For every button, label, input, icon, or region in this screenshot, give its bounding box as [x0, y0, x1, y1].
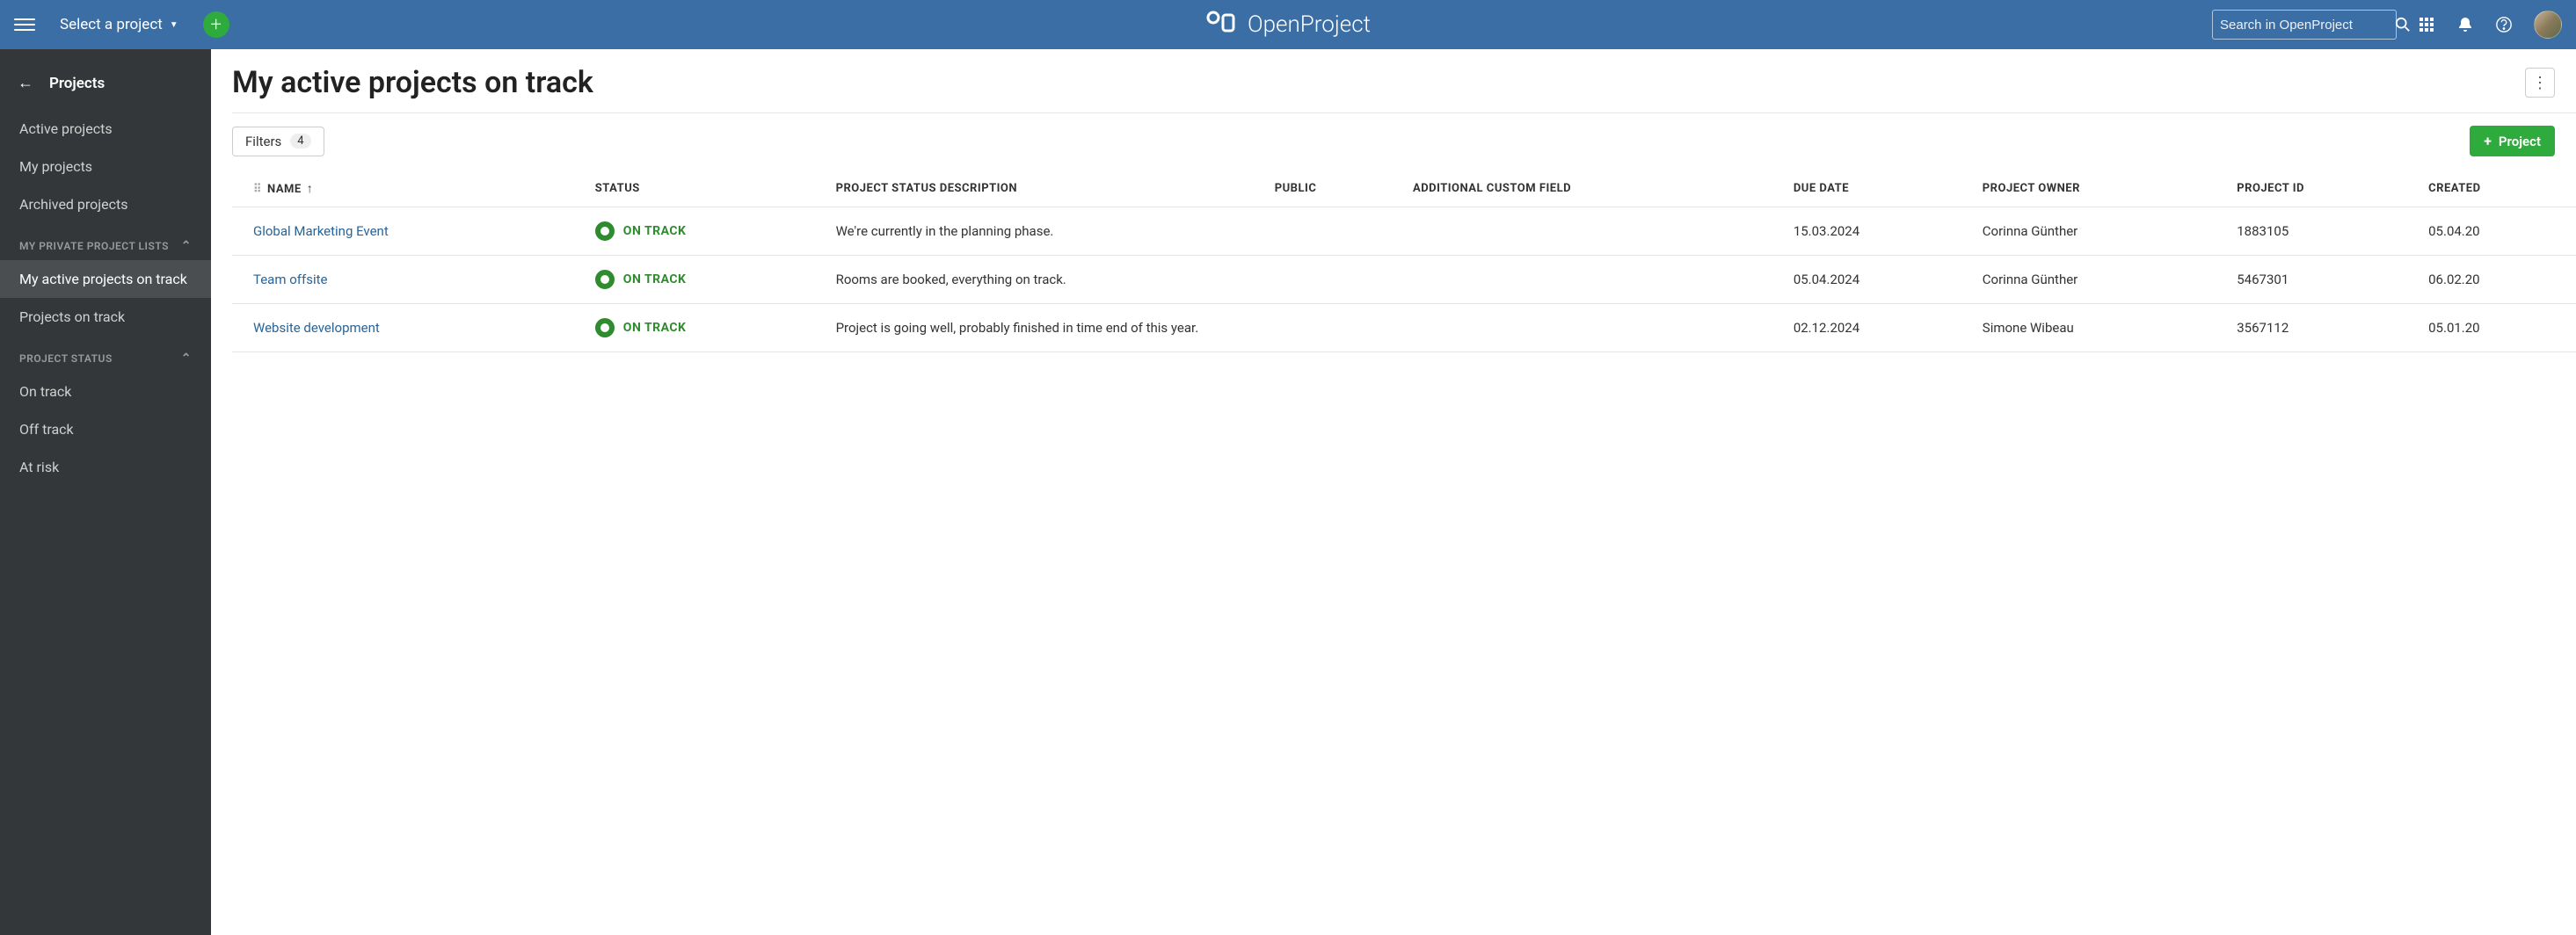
table-row: Global Marketing Event ON TRACK We're curr… [232, 207, 2576, 256]
status-dot-icon [595, 221, 615, 241]
owner-cell: Corinna Günther [1970, 256, 2224, 304]
public-cell [1263, 207, 1401, 256]
brand-logo: OpenProject [1205, 10, 1371, 40]
custom-field-cell [1401, 256, 1781, 304]
created-cell: 05.01.20 [2416, 304, 2576, 352]
status-description: Project is going well, probably finished… [824, 304, 1263, 352]
status-description: We're currently in the planning phase. [824, 207, 1263, 256]
toolbar: Filters 4 + Project [232, 112, 2576, 156]
owner-cell: Corinna Günther [1970, 207, 2224, 256]
notifications-bell-icon[interactable] [2456, 16, 2474, 33]
project-link[interactable]: Team offsite [253, 272, 327, 287]
sidebar-section-label: PROJECT STATUS [19, 352, 113, 365]
filters-count-badge: 4 [290, 134, 310, 149]
openproject-logo-icon [1205, 10, 1237, 40]
project-id-cell: 3567112 [2224, 304, 2416, 352]
status-dot-icon [595, 270, 615, 289]
sidebar-item[interactable]: My projects [0, 148, 211, 185]
sidebar-section-private[interactable]: MY PRIVATE PROJECT LISTS ⌃ [0, 223, 211, 260]
search-box[interactable] [2212, 10, 2397, 40]
chevron-up-icon: ⌃ [181, 239, 192, 253]
status-badge: ON TRACK [595, 318, 811, 337]
project-link[interactable]: Global Marketing Event [253, 223, 389, 239]
project-selector-label: Select a project [60, 16, 163, 33]
status-badge: ON TRACK [595, 221, 811, 241]
more-actions-button[interactable]: ⋮ [2525, 68, 2555, 98]
main-header: My active projects on track ⋮ [232, 65, 2576, 100]
due-date-cell: 15.03.2024 [1781, 207, 1970, 256]
sidebar-item[interactable]: At risk [0, 448, 211, 486]
project-link[interactable]: Website development [253, 320, 380, 336]
status-description: Rooms are booked, everything on track. [824, 256, 1263, 304]
custom-field-cell [1401, 304, 1781, 352]
public-cell [1263, 256, 1401, 304]
new-project-button[interactable]: + Project [2470, 126, 2555, 156]
page-title: My active projects on track [232, 65, 593, 100]
sidebar-section-label: MY PRIVATE PROJECT LISTS [19, 240, 169, 252]
modules-grid-icon[interactable] [2418, 16, 2435, 33]
owner-cell: Simone Wibeau [1970, 304, 2224, 352]
caret-down-icon: ▼ [170, 20, 178, 30]
project-id-cell: 5467301 [2224, 256, 2416, 304]
search-icon[interactable] [2395, 16, 2411, 33]
created-cell: 06.02.20 [2416, 256, 2576, 304]
table-row: Team offsite ON TRACK Rooms are booked, ev… [232, 256, 2576, 304]
sidebar-item[interactable]: On track [0, 373, 211, 410]
column-header[interactable]: PROJECT OWNER [1970, 170, 2224, 207]
topbar-right [2212, 10, 2562, 40]
sidebar-item[interactable]: Archived projects [0, 185, 211, 223]
filters-button[interactable]: Filters 4 [232, 127, 324, 156]
column-header[interactable]: CREATED [2416, 170, 2576, 207]
sidebar-item[interactable]: My active projects on track [0, 260, 211, 298]
column-header[interactable]: STATUS [583, 170, 824, 207]
due-date-cell: 05.04.2024 [1781, 256, 1970, 304]
filters-label: Filters [245, 134, 281, 149]
table-row: Website development ON TRACK Project is go… [232, 304, 2576, 352]
due-date-cell: 02.12.2024 [1781, 304, 1970, 352]
kebab-icon: ⋮ [2532, 74, 2548, 92]
sidebar-header: ← Projects [0, 67, 211, 110]
hamburger-menu-icon[interactable] [14, 14, 35, 35]
plus-icon: + [210, 14, 221, 36]
sidebar-item[interactable]: Active projects [0, 110, 211, 148]
status-dot-icon [595, 318, 615, 337]
column-header[interactable]: PUBLIC [1263, 170, 1401, 207]
topbar: Select a project ▼ + OpenProject [0, 0, 2576, 49]
column-header[interactable]: PROJECT STATUS DESCRIPTION [824, 170, 1263, 207]
back-arrow-icon[interactable]: ← [18, 74, 33, 92]
column-header[interactable]: DUE DATE [1781, 170, 1970, 207]
project-selector[interactable]: Select a project ▼ [60, 16, 178, 33]
plus-icon: + [2484, 133, 2492, 149]
main-content: My active projects on track ⋮ Filters 4 … [211, 49, 2576, 935]
chevron-up-icon: ⌃ [181, 352, 192, 366]
sidebar: ← Projects Active projectsMy projectsArc… [0, 49, 211, 935]
column-header[interactable]: ADDITIONAL CUSTOM FIELD [1401, 170, 1781, 207]
column-header[interactable]: PROJECT ID [2224, 170, 2416, 207]
avatar[interactable] [2534, 11, 2562, 39]
custom-field-cell [1401, 207, 1781, 256]
sidebar-item[interactable]: Off track [0, 410, 211, 448]
status-badge: ON TRACK [595, 270, 811, 289]
help-icon[interactable] [2495, 16, 2513, 33]
new-project-label: Project [2499, 134, 2541, 149]
created-cell: 05.04.20 [2416, 207, 2576, 256]
brand-name: OpenProject [1248, 11, 1371, 38]
sort-asc-icon: ↑ [307, 181, 314, 196]
column-header[interactable]: ⠿NAME↑ [232, 170, 583, 207]
public-cell [1263, 304, 1401, 352]
sidebar-section-status[interactable]: PROJECT STATUS ⌃ [0, 336, 211, 373]
sidebar-title: Projects [49, 75, 105, 92]
search-input[interactable] [2220, 18, 2395, 33]
projects-table: ⠿NAME↑STATUSPROJECT STATUS DESCRIPTIONPU… [232, 170, 2576, 352]
sidebar-item[interactable]: Projects on track [0, 298, 211, 336]
projects-table-wrap: ⠿NAME↑STATUSPROJECT STATUS DESCRIPTIONPU… [232, 170, 2576, 352]
project-id-cell: 1883105 [2224, 207, 2416, 256]
add-button[interactable]: + [203, 11, 229, 38]
drag-grip-icon: ⠿ [253, 183, 262, 196]
